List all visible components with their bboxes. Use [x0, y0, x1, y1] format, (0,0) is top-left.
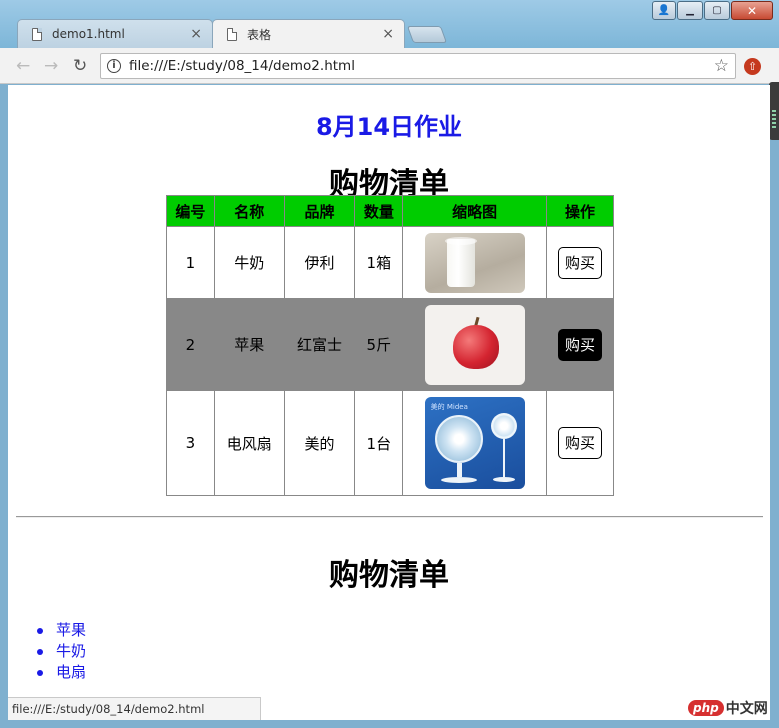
page-viewport: 8月14日作业 购物清单 编号 名称 品牌 数量 缩略图 操作 1 牛奶 伊利 …: [8, 85, 770, 720]
list-item: 电扇: [34, 662, 86, 683]
cell-name: 电风扇: [213, 390, 285, 496]
cell-name: 苹果: [213, 298, 285, 391]
shopping-table: 编号 名称 品牌 数量 缩略图 操作 1 牛奶 伊利 1箱 购买 2 苹果 红富…: [166, 195, 614, 496]
header-qty: 数量: [354, 195, 404, 227]
cell-id: 2: [166, 298, 215, 391]
fan-image: 美的 Midea: [424, 397, 525, 489]
header-thumb: 缩略图: [402, 195, 548, 227]
watermark-text: 中文网: [725, 701, 768, 717]
buy-button[interactable]: 购买: [558, 427, 603, 459]
milk-image: [424, 232, 525, 293]
cell-id: 3: [166, 390, 215, 496]
cell-action: 购买: [546, 298, 614, 391]
back-arrow-icon[interactable]: ←: [16, 56, 30, 76]
cell-action: 购买: [546, 226, 614, 299]
cell-name: 牛奶: [213, 226, 285, 299]
list-item: 牛奶: [34, 641, 86, 662]
info-icon[interactable]: i: [107, 59, 121, 73]
tab-table[interactable]: 表格 ×: [212, 19, 405, 48]
close-tab-icon[interactable]: ×: [382, 26, 394, 42]
new-tab-button[interactable]: [406, 26, 448, 43]
minimize-button[interactable]: ▁: [677, 1, 703, 20]
cell-thumb: [402, 226, 548, 299]
reload-icon[interactable]: ↻: [73, 56, 87, 76]
bookmark-star-icon[interactable]: ☆: [714, 56, 729, 76]
forward-arrow-icon[interactable]: →: [44, 56, 58, 76]
maximize-button[interactable]: ▢: [704, 1, 730, 20]
cell-qty: 5斤: [354, 298, 404, 391]
window-controls: 👤 ▁ ▢ ✕: [652, 1, 773, 20]
horizontal-divider: [16, 516, 763, 518]
apple-image: [424, 304, 525, 385]
buy-button[interactable]: 购买: [558, 328, 603, 361]
page-heading: 8月14日作业: [315, 113, 463, 141]
cell-thumb: [402, 298, 548, 391]
table-row: 1 牛奶 伊利 1箱 购买: [166, 226, 614, 299]
list-caption: 购物清单: [329, 558, 449, 593]
cell-qty: 1箱: [354, 226, 404, 299]
cell-brand: 红富士: [283, 298, 356, 391]
watermark: php 中文网: [688, 697, 768, 719]
shopping-list: 苹果 牛奶 电扇: [34, 620, 86, 683]
table-row: 2 苹果 红富士 5斤 购买: [166, 298, 614, 391]
close-tab-icon[interactable]: ×: [190, 26, 202, 42]
user-profile-icon[interactable]: 👤: [652, 1, 676, 20]
cell-thumb: 美的 Midea: [402, 390, 548, 496]
header-name: 名称: [213, 195, 285, 227]
document-icon: [32, 27, 42, 41]
tab-title: demo1.html: [52, 27, 125, 41]
tab-demo1[interactable]: demo1.html ×: [17, 19, 213, 48]
table-header-row: 编号 名称 品牌 数量 缩略图 操作: [166, 195, 614, 227]
url-text[interactable]: file:///E:/study/08_14/demo2.html: [129, 58, 714, 74]
cell-qty: 1台: [354, 390, 404, 496]
browser-toolbar: ← → ↻ i file:///E:/study/08_14/demo2.htm…: [0, 48, 779, 84]
cell-brand: 伊利: [283, 226, 356, 299]
header-brand: 品牌: [283, 195, 356, 227]
buy-button[interactable]: 购买: [558, 246, 603, 279]
table-row: 3 电风扇 美的 1台 美的 Midea 购买: [166, 390, 614, 496]
fan-brand-text: 美的 Midea: [430, 403, 468, 411]
cell-action: 购买: [546, 390, 614, 496]
watermark-logo: php: [688, 700, 724, 716]
status-bar: file:///E:/study/08_14/demo2.html: [8, 697, 261, 720]
cell-brand: 美的: [283, 390, 356, 496]
cell-id: 1: [166, 226, 215, 299]
header-id: 编号: [166, 195, 215, 227]
tab-title: 表格: [247, 27, 272, 42]
header-action: 操作: [546, 195, 614, 227]
scrollbar-grip[interactable]: [769, 82, 779, 140]
document-icon: [227, 27, 237, 41]
extension-icon[interactable]: ⇧: [744, 58, 761, 75]
list-item: 苹果: [34, 620, 86, 641]
close-window-button[interactable]: ✕: [731, 1, 773, 20]
address-bar[interactable]: i file:///E:/study/08_14/demo2.html ☆: [100, 53, 736, 79]
